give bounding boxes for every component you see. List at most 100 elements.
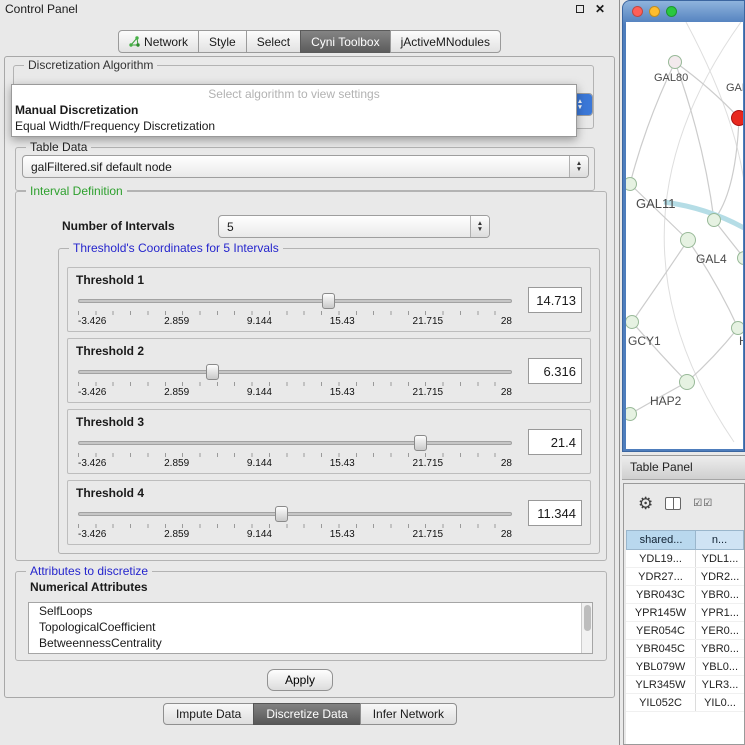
scale-label: 15.43 xyxy=(330,387,355,398)
network-node[interactable] xyxy=(707,213,721,227)
tab-jactivemnodules[interactable]: jActiveMNodules xyxy=(390,30,501,53)
mac-zoom-icon[interactable] xyxy=(666,6,677,17)
tab-style[interactable]: Style xyxy=(198,30,247,53)
popup-option-equal-width-frequency[interactable]: Equal Width/Frequency Discretization xyxy=(12,118,576,134)
table-cell: YDR2... xyxy=(696,568,744,585)
table-row[interactable]: YIL052CYIL0... xyxy=(626,694,744,712)
scale-label: 21.715 xyxy=(413,458,444,469)
table-row[interactable]: YBR045CYBR0... xyxy=(626,640,744,658)
scale-label: 2.859 xyxy=(164,387,189,398)
scrollbar[interactable] xyxy=(581,603,592,653)
tab-network[interactable]: Network xyxy=(118,30,199,53)
threshold-value-field[interactable]: 11.344 xyxy=(528,500,582,526)
table-row[interactable]: YER054CYER0... xyxy=(626,622,744,640)
number-of-intervals-label: Number of Intervals xyxy=(62,219,175,233)
table-header: shared...n... xyxy=(626,530,744,550)
scale-label: 9.144 xyxy=(247,458,272,469)
threshold-slider[interactable] xyxy=(78,364,512,380)
slider-scale: -3.4262.8599.14415.4321.71528 xyxy=(78,529,512,540)
table-cell: YBL0... xyxy=(696,658,744,675)
columns-icon[interactable] xyxy=(665,497,681,510)
network-canvas[interactable]: GAL80GAL8GAL11GAL4GCY1HHAP2 xyxy=(626,22,743,449)
combo-stepper-icon[interactable]: ▲▼ xyxy=(569,156,588,177)
apply-button[interactable]: Apply xyxy=(267,669,333,691)
network-node[interactable] xyxy=(680,232,696,248)
list-item[interactable]: TopologicalCoefficient xyxy=(29,619,592,635)
scale-label: 28 xyxy=(501,387,512,398)
table-data-label: Table Data xyxy=(26,140,91,154)
scale-label: 21.715 xyxy=(413,316,444,327)
node-label: GAL4 xyxy=(696,252,727,266)
number-of-intervals-value: 5 xyxy=(219,220,470,234)
slider-ticks xyxy=(78,453,512,457)
control-panel-titlebar: Control Panel ✕ xyxy=(0,0,619,18)
threshold-value-field[interactable]: 6.316 xyxy=(528,358,582,384)
popup-option-manual-discretization[interactable]: Manual Discretization xyxy=(12,102,576,118)
table-row[interactable]: YLR345WYLR3... xyxy=(626,676,744,694)
threshold-value-field[interactable]: 14.713 xyxy=(528,287,582,313)
close-icon[interactable]: ✕ xyxy=(595,2,605,16)
list-item[interactable]: SelfLoops xyxy=(29,603,592,619)
threshold-box: Threshold 4-3.4262.8599.14415.4321.71528… xyxy=(67,480,591,545)
tab-label: Style xyxy=(209,35,236,49)
table-row[interactable]: YPR145WYPR1... xyxy=(626,604,744,622)
checkbox-icons[interactable]: ☑☑ xyxy=(693,498,713,509)
table-row[interactable]: YDR27...YDR2... xyxy=(626,568,744,586)
tab-discretize-data[interactable]: Discretize Data xyxy=(253,703,360,725)
table-cell: YBR0... xyxy=(696,586,744,603)
table-row[interactable]: YBL079WYBL0... xyxy=(626,658,744,676)
network-node-selected[interactable] xyxy=(731,110,743,126)
threshold-slider[interactable] xyxy=(78,435,512,451)
tab-label: Cyni Toolbox xyxy=(311,35,379,49)
tab-label: Network xyxy=(144,35,188,49)
scrollbar-thumb[interactable] xyxy=(584,605,591,631)
slider-thumb[interactable] xyxy=(275,506,288,522)
gear-icon[interactable]: ⚙ xyxy=(638,495,653,512)
table-panel-header[interactable]: Table Panel xyxy=(622,455,745,480)
threshold-box: Threshold 1-3.4262.8599.14415.4321.71528… xyxy=(67,267,591,332)
slider-thumb[interactable] xyxy=(414,435,427,451)
table-row[interactable]: YBR043CYBR0... xyxy=(626,586,744,604)
threshold-slider[interactable] xyxy=(78,293,512,309)
table-cell: YDL19... xyxy=(626,550,696,567)
table-data-select[interactable]: galFiltered.sif default node ▲▼ xyxy=(22,155,589,178)
number-of-intervals-select[interactable]: 5 ▲▼ xyxy=(218,215,490,238)
node-label: H xyxy=(739,334,743,348)
list-item[interactable]: BetweennessCentrality xyxy=(29,635,592,651)
table-cell: YDR27... xyxy=(626,568,696,585)
slider-track xyxy=(78,299,512,303)
column-header[interactable]: shared... xyxy=(626,530,696,550)
network-node[interactable] xyxy=(668,55,682,69)
scale-label: -3.426 xyxy=(78,316,106,327)
table-cell: YIL0... xyxy=(696,694,744,711)
slider-thumb[interactable] xyxy=(206,364,219,380)
network-node[interactable] xyxy=(731,321,743,335)
table-cell: YPR145W xyxy=(626,604,696,621)
tab-label: Select xyxy=(257,35,290,49)
tab-select[interactable]: Select xyxy=(246,30,301,53)
float-window-icon[interactable] xyxy=(576,5,584,13)
table-cell: YPR1... xyxy=(696,604,744,621)
tab-infer-network[interactable]: Infer Network xyxy=(360,703,457,725)
threshold-value-field[interactable]: 21.4 xyxy=(528,429,582,455)
slider-thumb[interactable] xyxy=(322,293,335,309)
column-header[interactable]: n... xyxy=(696,530,744,550)
table-cell: YBR045C xyxy=(626,640,696,657)
combo-stepper-icon[interactable]: ▲▼ xyxy=(470,216,489,237)
attributes-list[interactable]: SelfLoopsTopologicalCoefficientBetweenne… xyxy=(28,602,593,654)
mac-minimize-icon[interactable] xyxy=(649,6,660,17)
table-cell: YLR3... xyxy=(696,676,744,693)
scale-label: 2.859 xyxy=(164,529,189,540)
network-node[interactable] xyxy=(679,374,695,390)
popup-placeholder-option[interactable]: Select algorithm to view settings xyxy=(12,85,576,102)
mac-close-icon[interactable] xyxy=(632,6,643,17)
table-row[interactable]: YDL19...YDL1... xyxy=(626,550,744,568)
node-label: GAL11 xyxy=(636,196,676,211)
interval-definition-group: Interval Definition Number of Intervals … xyxy=(15,191,607,561)
table-cell: YIL052C xyxy=(626,694,696,711)
attributes-group-title: Attributes to discretize xyxy=(26,564,152,578)
threshold-slider[interactable] xyxy=(78,506,512,522)
tab-cyni-toolbox[interactable]: Cyni Toolbox xyxy=(300,30,390,53)
node-label: GAL80 xyxy=(654,72,688,84)
tab-impute-data[interactable]: Impute Data xyxy=(163,703,254,725)
